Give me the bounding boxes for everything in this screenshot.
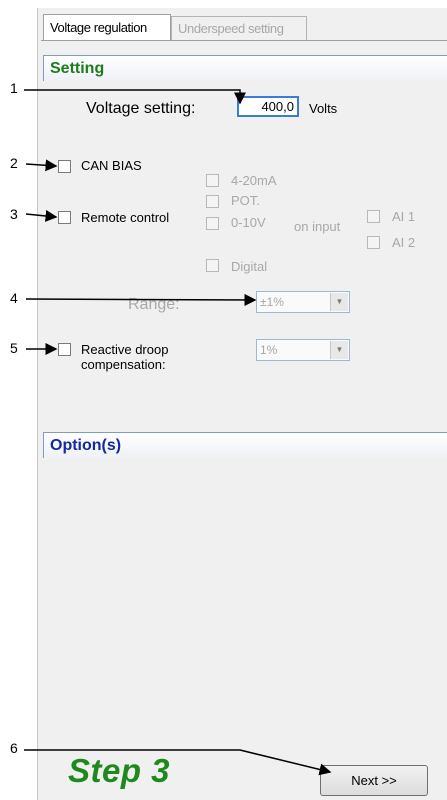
callout-3-arrow [25,209,58,222]
callout-4-arrow [25,293,257,306]
callout-6-arrow [24,749,332,776]
callout-1-arrow [24,89,246,105]
annotation-arrows [24,89,332,776]
callout-2-arrow [25,159,58,172]
